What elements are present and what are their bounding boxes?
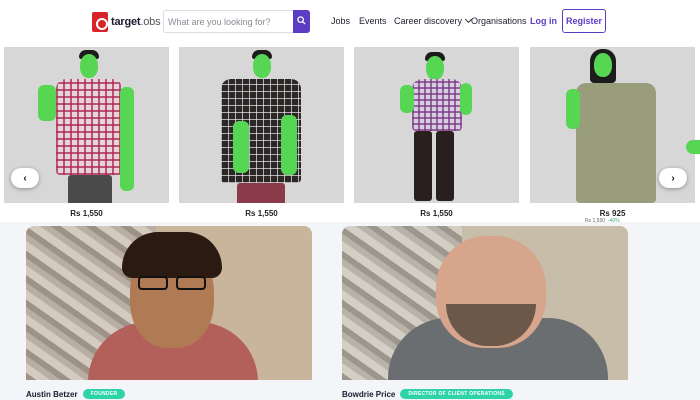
login-link[interactable]: Log in bbox=[530, 16, 557, 26]
model-figure bbox=[398, 52, 478, 203]
product-price: Rs 1,550 bbox=[245, 209, 278, 218]
register-button[interactable]: Register bbox=[562, 9, 606, 33]
chevron-right-icon: › bbox=[671, 172, 675, 184]
logo-text: target.obs bbox=[111, 16, 161, 28]
team-member-caption: Bowdrie Price DIRECTOR OF CLIENT OPERATI… bbox=[342, 388, 513, 400]
search-icon bbox=[297, 16, 306, 25]
product-card[interactable]: Rs 1,550 bbox=[179, 47, 344, 218]
nav-career-discovery-label: Career discovery bbox=[394, 16, 463, 26]
product-card[interactable]: Rs 1,550 bbox=[4, 47, 169, 218]
product-card[interactable]: Rs 925 bbox=[530, 47, 695, 218]
model-figure bbox=[34, 50, 144, 203]
search-input[interactable] bbox=[164, 11, 293, 32]
logo[interactable]: target.obs bbox=[92, 11, 161, 33]
product-price: Rs 925 bbox=[599, 209, 626, 218]
carousel-prev-button[interactable]: ‹ bbox=[11, 168, 39, 188]
model-figure bbox=[564, 47, 674, 203]
team-member-photo bbox=[26, 226, 312, 380]
nav-career-discovery[interactable]: Career discovery bbox=[394, 15, 473, 26]
page: target.obs Jobs Events Career discovery … bbox=[0, 0, 700, 400]
nav-organisations[interactable]: Organisations bbox=[471, 16, 527, 26]
team-member-name: Bowdrie Price bbox=[342, 389, 396, 399]
product-image bbox=[179, 47, 344, 203]
nav-jobs[interactable]: Jobs bbox=[331, 16, 350, 26]
team-member-photo bbox=[342, 226, 628, 380]
floating-widget[interactable] bbox=[686, 140, 700, 154]
model-figure bbox=[201, 50, 321, 203]
product-carousel: Rs 1,550 Rs 1,550 Rs 1,550 Rs 925 ‹ › bbox=[0, 44, 700, 222]
search-button[interactable] bbox=[293, 10, 310, 33]
role-badge: FOUNDER bbox=[82, 389, 126, 399]
search-box bbox=[163, 10, 310, 33]
nav-events[interactable]: Events bbox=[359, 16, 387, 26]
carousel-next-button[interactable]: › bbox=[659, 168, 687, 188]
product-image bbox=[354, 47, 519, 203]
original-price: Rs 1,550 -40% bbox=[585, 218, 620, 224]
team-member-name: Austin Betzer bbox=[26, 389, 78, 399]
product-price: Rs 1,550 bbox=[70, 209, 103, 218]
team-member-caption: Austin Betzer FOUNDER bbox=[26, 388, 126, 400]
product-card[interactable]: Rs 1,550 bbox=[354, 47, 519, 218]
chevron-left-icon: ‹ bbox=[23, 172, 27, 184]
product-price: Rs 1,550 bbox=[420, 209, 453, 218]
logo-mark-icon bbox=[92, 12, 108, 32]
top-navbar: target.obs Jobs Events Career discovery … bbox=[0, 0, 700, 44]
discount-label: -40% bbox=[608, 218, 620, 224]
role-badge: DIRECTOR OF CLIENT OPERATIONS bbox=[400, 389, 513, 399]
